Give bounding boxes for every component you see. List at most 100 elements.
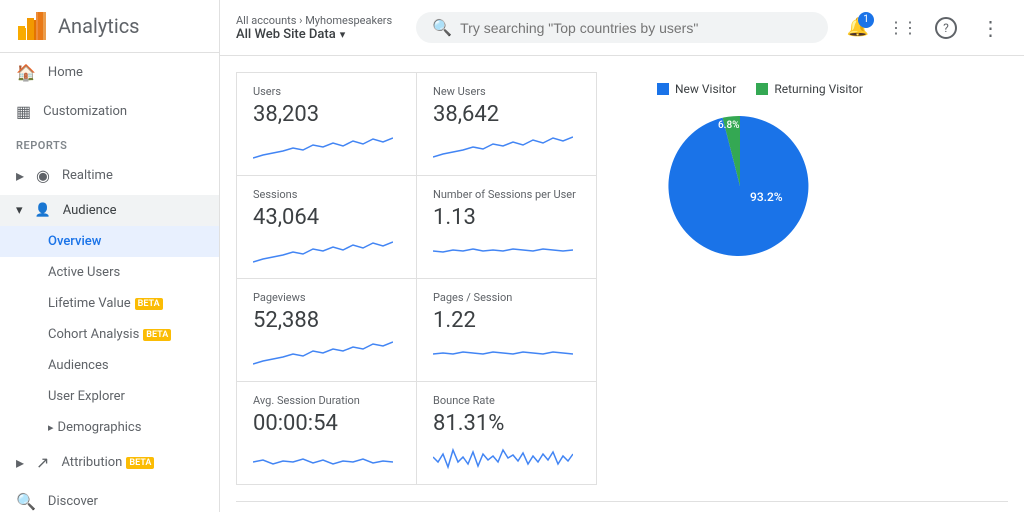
mini-chart-svg-asd <box>253 442 393 472</box>
sidebar-item-home[interactable]: 🏠 Home <box>0 53 219 92</box>
more-button[interactable]: ⋮ <box>972 10 1008 46</box>
overview-label: Overview <box>48 234 101 249</box>
audiences-label: Audiences <box>48 358 109 373</box>
demographics-label: Demographics <box>58 420 142 435</box>
customization-label: Customization <box>43 104 127 119</box>
lifetime-value-label: Lifetime Value <box>48 296 131 311</box>
metric-value-2: 43,064 <box>253 205 400 230</box>
attribution-beta-badge: BETA <box>126 457 154 469</box>
metric-value-1: 38,642 <box>433 102 580 127</box>
lifetime-value-beta-badge: BETA <box>135 298 163 310</box>
topbar: All accounts › Myhomespeakers All Web Si… <box>220 0 1024 56</box>
audience-label: Audience <box>63 203 117 218</box>
metric-card-pageviews: Pageviews 52,388 <box>237 279 417 382</box>
legend-returning-visitor-label: Returning Visitor <box>774 82 863 96</box>
search-input[interactable] <box>460 20 812 36</box>
sidebar-item-audience[interactable]: ▾ 👤 Audience <box>0 195 219 226</box>
mini-chart-svg-bounce <box>433 442 573 472</box>
breadcrumb-bottom[interactable]: All Web Site Data ▾ <box>236 27 345 42</box>
home-label: Home <box>48 65 83 80</box>
grid-button[interactable]: ⋮⋮ <box>884 10 920 46</box>
help-button[interactable]: ? <box>928 10 964 46</box>
sidebar-item-audiences[interactable]: Audiences <box>0 350 219 381</box>
sidebar-item-customization[interactable]: ▦ Customization <box>0 92 219 131</box>
metric-label-7: Bounce Rate <box>433 394 580 407</box>
legend-returning-visitor: Returning Visitor <box>756 82 863 96</box>
metric-label-5: Pages / Session <box>433 291 580 304</box>
metric-value-6: 00:00:54 <box>253 411 400 436</box>
notification-button[interactable]: 🔔 1 <box>840 10 876 46</box>
home-icon: 🏠 <box>16 63 36 82</box>
breadcrumb: All accounts › Myhomespeakers All Web Si… <box>236 14 392 42</box>
search-icon: 🔍 <box>432 18 452 37</box>
attribution-label: Attribution <box>61 455 122 470</box>
analytics-logo-icon <box>16 10 48 42</box>
metric-card-sessions-per-user: Number of Sessions per User 1.13 <box>417 176 597 279</box>
metric-label-2: Sessions <box>253 188 400 201</box>
topbar-actions: 🔔 1 ⋮⋮ ? ⋮ <box>840 10 1008 46</box>
mini-chart-new-users <box>433 133 580 163</box>
realtime-label: Realtime <box>62 168 113 183</box>
metric-card-bounce-rate: Bounce Rate 81.31% <box>417 382 597 485</box>
mini-chart-bounce <box>433 442 580 472</box>
metric-card-users: Users 38,203 <box>237 73 417 176</box>
metric-label-4: Pageviews <box>253 291 400 304</box>
more-icon: ⋮ <box>981 16 1000 40</box>
reports-section-label: REPORTS <box>0 131 219 156</box>
sidebar-item-demographics[interactable]: ▸ Demographics <box>0 412 219 443</box>
metrics-grid: Users 38,203 New Users 38,642 <box>236 72 597 485</box>
breadcrumb-title: All Web Site Data <box>236 27 336 42</box>
demographics-expand-icon: ▸ <box>48 421 54 434</box>
sidebar-item-overview[interactable]: Overview <box>0 226 219 257</box>
attribution-icon: ↗ <box>36 453 49 472</box>
sidebar: Analytics 🏠 Home ▦ Customization REPORTS… <box>0 0 220 512</box>
new-visitor-legend-icon <box>657 83 669 95</box>
returning-visitor-legend-icon <box>756 83 768 95</box>
metric-value-4: 52,388 <box>253 308 400 333</box>
active-users-label: Active Users <box>48 265 120 280</box>
legend-new-visitor-label: New Visitor <box>675 82 736 96</box>
audience-collapse-icon: ▾ <box>16 203 23 218</box>
sidebar-item-attribution[interactable]: ▸ ↗ Attribution BETA <box>0 443 219 482</box>
sidebar-item-lifetime-value[interactable]: Lifetime Value BETA <box>0 288 219 319</box>
metric-label-1: New Users <box>433 85 580 98</box>
search-bar[interactable]: 🔍 <box>416 12 828 43</box>
grid-icon: ⋮⋮ <box>888 18 916 37</box>
realtime-expand-icon: ▸ <box>16 166 24 185</box>
mini-chart-users <box>253 133 400 163</box>
sidebar-item-active-users[interactable]: Active Users <box>0 257 219 288</box>
user-explorer-label: User Explorer <box>48 389 125 404</box>
discover-icon: 🔍 <box>16 492 36 511</box>
legend-new-visitor: New Visitor <box>657 82 736 96</box>
sidebar-item-cohort-analysis[interactable]: Cohort Analysis BETA <box>0 319 219 350</box>
sidebar-item-user-explorer[interactable]: User Explorer <box>0 381 219 412</box>
breadcrumb-dropdown-icon: ▾ <box>340 28 346 41</box>
mini-chart-svg-sessions <box>253 236 393 266</box>
sidebar-item-realtime[interactable]: ▸ ◉ Realtime <box>0 156 219 195</box>
metric-label-0: Users <box>253 85 400 98</box>
mini-chart-sessions <box>253 236 400 266</box>
sidebar-item-discover[interactable]: 🔍 Discover <box>0 482 219 512</box>
mini-chart-svg-pps <box>433 339 573 369</box>
pie-chart-svg: 93.2% 6.8% <box>650 106 830 266</box>
mini-chart-pps <box>433 339 580 369</box>
mini-chart-svg-new-users <box>433 133 573 163</box>
mini-chart-svg-users <box>253 133 393 163</box>
metric-value-7: 81.31% <box>433 411 580 436</box>
cohort-analysis-beta-badge: BETA <box>143 329 171 341</box>
metric-value-0: 38,203 <box>253 102 400 127</box>
mini-chart-sessions-per-user <box>433 236 580 266</box>
content-area: Users 38,203 New Users 38,642 <box>220 56 1024 512</box>
metric-card-sessions: Sessions 43,064 <box>237 176 417 279</box>
metric-card-avg-session-duration: Avg. Session Duration 00:00:54 <box>237 382 417 485</box>
notification-badge: 1 <box>858 12 874 28</box>
discover-label: Discover <box>48 494 98 509</box>
mini-chart-pageviews <box>253 339 400 369</box>
top-section: Users 38,203 New Users 38,642 <box>236 72 1008 485</box>
metric-label-6: Avg. Session Duration <box>253 394 400 407</box>
mini-chart-svg-pageviews <box>253 339 393 369</box>
breadcrumb-top: All accounts › Myhomespeakers <box>236 14 392 27</box>
metric-card-pages-per-session: Pages / Session 1.22 <box>417 279 597 382</box>
pie-label-returning: 6.8% <box>718 120 740 131</box>
realtime-icon: ◉ <box>36 166 50 185</box>
